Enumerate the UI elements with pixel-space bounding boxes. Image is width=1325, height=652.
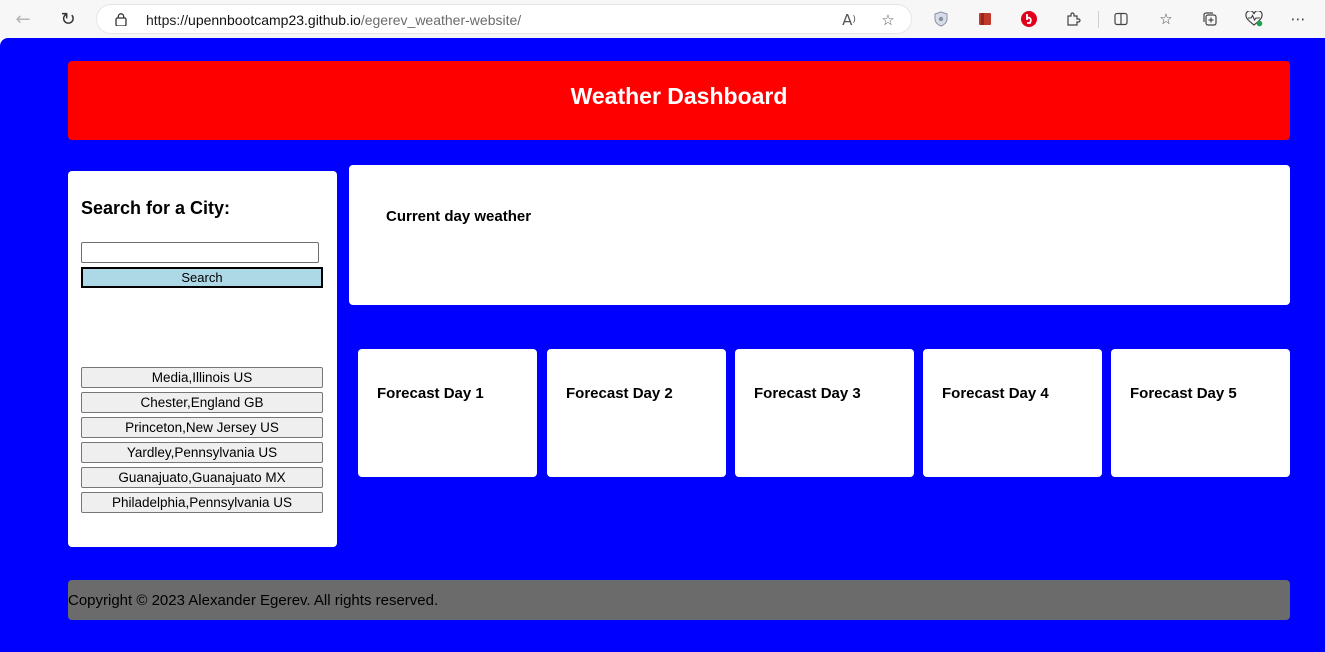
split-screen-icon[interactable] <box>1110 8 1132 30</box>
search-panel: Search for a City: Search Media,Illinois… <box>68 171 337 547</box>
url-path: /egerev_weather-website/ <box>360 12 522 28</box>
favorite-star-icon[interactable]: ☆ <box>877 9 899 31</box>
toolbar-separator <box>1098 11 1099 28</box>
forecast-title: Forecast Day 4 <box>942 385 1049 402</box>
history-city-button[interactable]: Guanajuato,Guanajuato MX <box>81 467 323 488</box>
forecast-card-3: Forecast Day 3 <box>735 349 914 477</box>
search-button[interactable]: Search <box>81 267 323 288</box>
forecast-card-1: Forecast Day 1 <box>358 349 537 477</box>
collections-icon[interactable] <box>1199 8 1221 30</box>
forecast-title: Forecast Day 1 <box>377 385 484 402</box>
forecast-card-5: Forecast Day 5 <box>1111 349 1290 477</box>
forecast-card-2: Forecast Day 2 <box>547 349 726 477</box>
performance-icon[interactable] <box>1243 8 1265 30</box>
page-body: Weather Dashboard Search for a City: Sea… <box>0 38 1325 652</box>
browser-toolbar: ← ↻ https://upennbootcamp23.github.io/eg… <box>0 0 1325 38</box>
forecast-card-4: Forecast Day 4 <box>923 349 1102 477</box>
forecast-title: Forecast Day 3 <box>754 385 861 402</box>
page-footer: Copyright © 2023 Alexander Egerev. All r… <box>68 580 1290 620</box>
url-text[interactable]: https://upennbootcamp23.github.io/egerev… <box>146 12 521 28</box>
url-domain: upennbootcamp23.github.io <box>188 12 361 28</box>
back-arrow-icon[interactable]: ← <box>9 5 37 33</box>
forecast-title: Forecast Day 2 <box>566 385 673 402</box>
extensions-puzzle-icon[interactable] <box>1062 8 1084 30</box>
page-title: Weather Dashboard <box>570 83 788 109</box>
forecast-title: Forecast Day 5 <box>1130 385 1237 402</box>
refresh-icon[interactable]: ↻ <box>54 5 82 33</box>
history-city-button[interactable]: Princeton,New Jersey US <box>81 417 323 438</box>
adblock-extension-icon[interactable] <box>1018 8 1040 30</box>
favorites-icon[interactable]: ☆ <box>1155 8 1177 30</box>
current-weather-card: Current day weather <box>349 165 1290 305</box>
history-city-button[interactable]: Yardley,Pennsylvania US <box>81 442 323 463</box>
shield-extension-icon[interactable] <box>930 8 952 30</box>
bookmark-extension-icon[interactable] <box>974 8 996 30</box>
history-city-button[interactable]: Philadelphia,Pennsylvania US <box>81 492 323 513</box>
current-weather-title: Current day weather <box>386 208 532 225</box>
address-bar[interactable]: https://upennbootcamp23.github.io/egerev… <box>96 4 912 34</box>
history-city-button[interactable]: Chester,England GB <box>81 392 323 413</box>
search-title: Search for a City: <box>81 198 231 218</box>
more-menu-icon[interactable]: ⋯ <box>1287 8 1309 30</box>
read-aloud-icon[interactable]: A) <box>838 9 860 31</box>
copyright-text: Copyright © 2023 Alexander Egerev. All r… <box>68 592 439 609</box>
page-header: Weather Dashboard <box>68 61 1290 140</box>
lock-icon[interactable] <box>115 13 127 26</box>
history-city-button[interactable]: Media,Illinois US <box>81 367 323 388</box>
search-history-list: Media,Illinois US Chester,England GB Pri… <box>81 367 323 517</box>
url-prefix: https:// <box>146 12 189 28</box>
city-search-input[interactable] <box>81 242 319 263</box>
